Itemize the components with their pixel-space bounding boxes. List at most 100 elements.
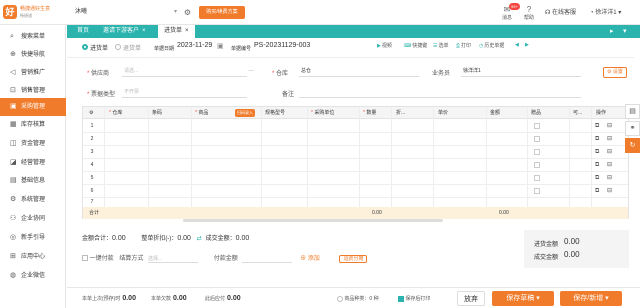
gift-checkbox[interactable] (534, 162, 540, 168)
copy-row-icon[interactable]: ⧉ (595, 185, 599, 198)
next-icon[interactable]: ▶ (525, 42, 529, 48)
supplier-input[interactable]: 请选... (122, 66, 247, 77)
settings-button[interactable]: ⚙ 设置 (603, 67, 627, 78)
sidebar-item-inventory[interactable]: ▦ 库存核算 (0, 116, 66, 134)
tab-menu-icon[interactable]: ▾ (623, 25, 627, 38)
horizontal-scrollbar[interactable] (183, 219, 443, 222)
delete-row-icon[interactable]: ⊟ (607, 159, 612, 172)
tab-invite-customers[interactable]: 邀请下游客户 × (97, 25, 152, 38)
delete-row-icon[interactable]: ⊟ (607, 120, 612, 133)
sidebar-item-search-menu[interactable]: ⌕ 搜索菜单 (0, 28, 66, 46)
table-row[interactable]: 4 ⧉ ⊟ (83, 159, 628, 172)
delete-row-icon[interactable]: ⊟ (607, 133, 612, 146)
calendar-icon[interactable]: ▣ (217, 42, 224, 50)
gift-checkbox[interactable] (534, 188, 540, 194)
link-icon[interactable]: ⚭ (625, 121, 640, 136)
table-row[interactable]: 2 ⧉ ⊟ (83, 133, 628, 146)
gift-checkbox[interactable] (534, 123, 540, 129)
sidebar-item-funds[interactable]: ◫ 资金管理 (0, 135, 66, 153)
history-button[interactable]: ◷历史单据 (479, 42, 504, 49)
sidebar-item-system[interactable]: ⚙ 系统管理 (0, 191, 66, 209)
gear-icon[interactable]: ⚙ (184, 6, 191, 19)
product-kind-radio[interactable] (337, 295, 343, 302)
close-icon[interactable]: × (142, 28, 146, 34)
abandon-button[interactable]: 放弃 (457, 291, 485, 306)
table-row[interactable]: 7 (83, 198, 628, 207)
paid-input[interactable] (242, 256, 293, 263)
select-order-button[interactable]: ☰选单 (433, 42, 449, 49)
grid-settings-icon[interactable]: ⚙ (89, 107, 93, 119)
plan-button[interactable]: 购买/续费方案 (199, 6, 245, 19)
sidebar-item-apps[interactable]: ⊞ 应用中心 (0, 248, 66, 266)
copy-row-icon[interactable]: ⧉ (595, 172, 599, 185)
video-button[interactable]: ▶视频 (377, 42, 392, 49)
app-logo[interactable]: 好 畅捷通好生意 畅捷通 (3, 2, 50, 22)
unpaid-info: 本单上次(预存)时 0.00 (82, 295, 136, 302)
help-button[interactable]: ? 帮助 (520, 5, 538, 21)
document-icon[interactable]: ▤ (625, 104, 640, 119)
sidebar-item-guide[interactable]: ◎ 新手引导 (0, 229, 66, 247)
remark-input[interactable] (299, 87, 581, 98)
history-label: 历史单据 (484, 43, 505, 49)
swap-icon[interactable]: ⇄ (197, 236, 202, 242)
sidebar-item-collaboration[interactable]: ⚇ 企业协同 (0, 210, 66, 228)
user-menu[interactable]: ◔ 徐洋洋1 ▾ (590, 7, 621, 16)
print-button[interactable]: ⎙打印 (456, 42, 471, 49)
shortcut-button[interactable]: ⌨快捷键 (404, 42, 427, 49)
column-label: 商品 (198, 110, 209, 116)
billtype-label: * 票据类型 (87, 92, 116, 98)
delete-row-icon[interactable]: ⊟ (607, 185, 612, 198)
prev-icon[interactable]: ◀ (515, 42, 519, 48)
purchase-radio[interactable] (82, 44, 88, 50)
add-payment-button[interactable]: ⊕ 添加 (300, 256, 320, 262)
tenant-selector[interactable]: 沐曦 ▾ ⚙ (75, 6, 191, 19)
header-form: * 供应商 请选... … * 仓库 总仓 业务员 徐洋洋1 ⚙ 设置 * 票据… (67, 58, 634, 102)
table-row[interactable]: 1 ⧉ ⊟ (83, 120, 628, 133)
table-row[interactable]: 3 ⧉ ⊟ (83, 146, 628, 159)
tab-home[interactable]: 首页 (71, 25, 95, 38)
more-icon[interactable]: … (248, 67, 254, 73)
copy-row-icon[interactable]: ⧉ (595, 146, 599, 159)
print-after-save-checkbox[interactable] (398, 295, 404, 302)
warehouse-input[interactable]: 总仓 (299, 66, 419, 77)
table-row[interactable]: 6 ⧉ ⊟ (83, 185, 628, 198)
print-after-save-label: 保存后打印 (405, 296, 431, 302)
sidebar-item-marketing[interactable]: ◁ 营销推广 (0, 64, 66, 82)
sidebar-item-wechat[interactable]: ◍ 企业微信 (0, 267, 66, 285)
tab-scroll-icon[interactable]: ▸ (610, 25, 614, 38)
delete-row-icon[interactable]: ⊟ (607, 172, 612, 185)
sidebar-item-quick-nav[interactable]: ⊕ 快捷导航 (0, 46, 66, 64)
account-select[interactable]: 选择... (148, 255, 199, 263)
close-icon[interactable]: × (185, 28, 189, 34)
scan-entry-badge[interactable]: 扫码录入 (235, 109, 255, 117)
discount-value[interactable]: 0.00 (177, 235, 191, 242)
print-after-save[interactable]: 保存后打印 (398, 295, 430, 302)
messages-button[interactable]: ✉ 消息 99+ (497, 3, 520, 21)
copy-row-icon[interactable]: ⧉ (595, 120, 599, 133)
column-price: 单价 (438, 110, 449, 116)
billtype-select[interactable]: 不开票 (122, 87, 247, 98)
freight-allocation-button[interactable]: 运费分摊 (339, 255, 368, 263)
tab-purchase-order[interactable]: 进货单 × (158, 25, 195, 38)
gift-checkbox[interactable] (534, 175, 540, 181)
copy-row-icon[interactable]: ⧉ (595, 159, 599, 172)
gift-checkbox[interactable] (534, 136, 540, 142)
table-row[interactable]: 5 ⧉ ⊟ (83, 172, 628, 185)
return-radio[interactable] (115, 44, 121, 50)
number-field[interactable]: PS-20231129-003 (254, 42, 310, 49)
online-service-button[interactable]: ☊ 在线客服 (545, 7, 576, 16)
refresh-icon[interactable]: ↻ (625, 138, 640, 153)
copy-row-icon[interactable]: ⧉ (595, 133, 599, 146)
gift-checkbox[interactable] (534, 149, 540, 155)
save-draft-button[interactable]: 保存草稿 ▾ (492, 291, 554, 306)
column-amount: 金额 (490, 110, 501, 116)
date-field[interactable]: 2023-11-29 (177, 42, 212, 49)
delete-row-icon[interactable]: ⊟ (607, 146, 612, 159)
sidebar-item-basic-info[interactable]: ▤ 基础信息 (0, 172, 66, 190)
save-new-button[interactable]: 保存/新增 ▾ (560, 291, 622, 306)
clerk-input[interactable]: 徐洋洋1 (461, 66, 581, 77)
sidebar-item-purchase[interactable]: ▣ 采购管理 (0, 98, 66, 116)
onekey-pay-checkbox[interactable] (82, 255, 88, 262)
sidebar-item-operations[interactable]: ◪ 经营管理 (0, 154, 66, 172)
help-label: 帮助 (523, 15, 534, 21)
